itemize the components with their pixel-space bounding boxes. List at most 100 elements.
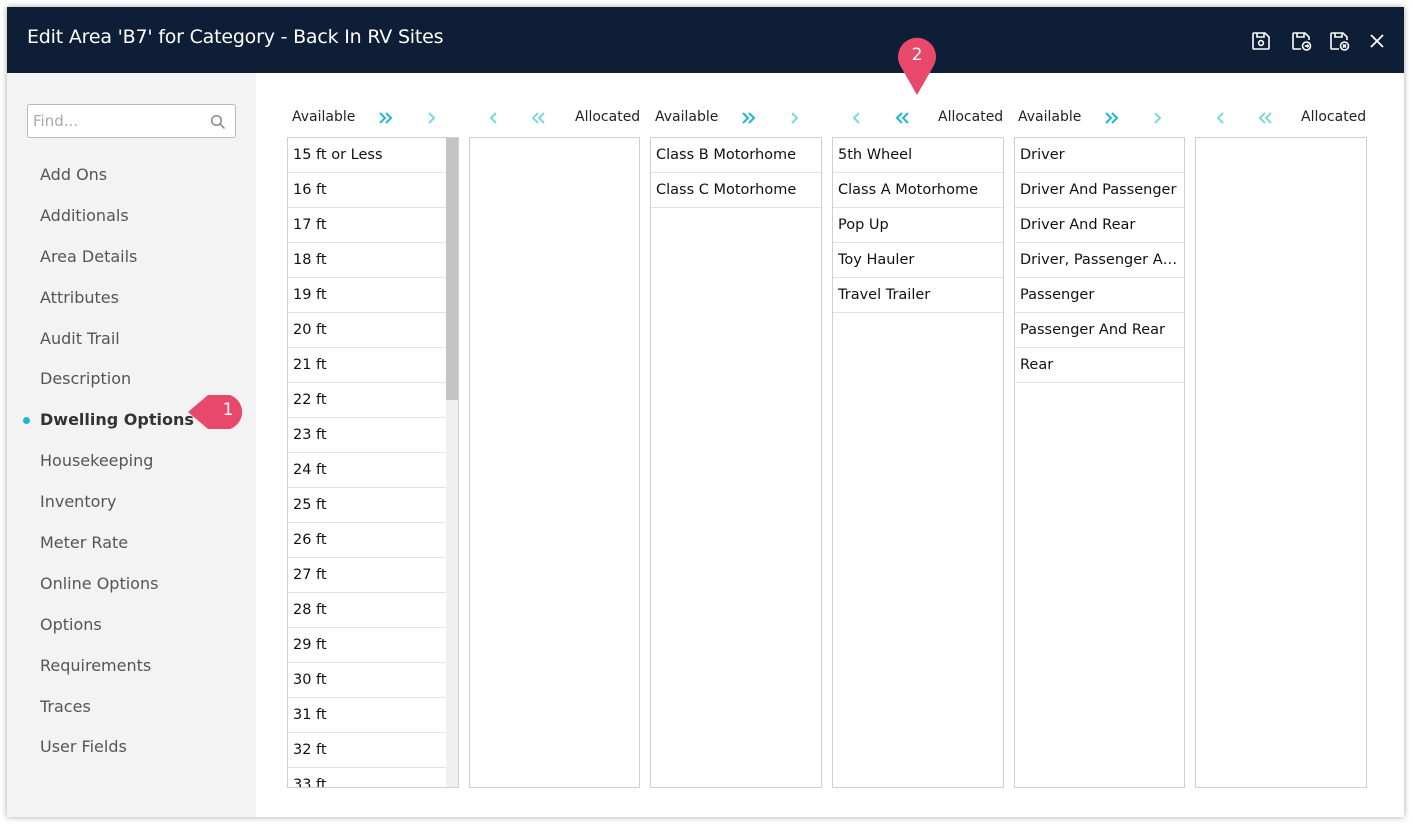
list-item[interactable]: Toy Hauler (833, 243, 1003, 278)
sidebar-item-label: Inventory (40, 492, 117, 512)
callout-2-label: 2 (911, 45, 923, 65)
sidebar-item-additionals[interactable]: Additionals (7, 196, 256, 237)
list-item[interactable]: Driver And Rear (1015, 208, 1184, 243)
list-item[interactable]: 21 ft (288, 348, 446, 383)
sidebar-item-attributes[interactable]: Attributes (7, 278, 256, 319)
list-item[interactable]: 33 ft (288, 768, 446, 787)
list-item[interactable]: 17 ft (288, 208, 446, 243)
lengths-allocated-header: Allocated (575, 109, 641, 125)
slideouts-available-header: Available (1018, 109, 1082, 125)
sidebar-item-label: Audit Trail (40, 328, 120, 348)
slideouts-available-list[interactable]: Driver Driver And Passenger Driver And Rea… (1014, 137, 1185, 788)
sidebar-item-label: User Fields (40, 737, 127, 757)
move-right-icon[interactable] (421, 107, 443, 129)
sidebar-item-meter-rate[interactable]: Meter Rate (7, 523, 256, 564)
save-and-close-icon[interactable] (1327, 29, 1351, 53)
list-item[interactable]: 20 ft (288, 313, 446, 348)
sidebar-item-add-ons[interactable]: Add Ons (7, 155, 256, 196)
save-icon[interactable] (1249, 29, 1273, 53)
move-right-icon[interactable] (1147, 107, 1169, 129)
sidebar-item-label: Traces (40, 696, 91, 716)
callout-2: 2 (896, 33, 938, 97)
sidebar-item-online-options[interactable]: Online Options (7, 564, 256, 605)
sidebar-item-options[interactable]: Options (7, 605, 256, 646)
move-all-right-icon[interactable] (1101, 107, 1123, 129)
sidebar-item-label: Options (40, 614, 102, 634)
callout-1-label: 1 (222, 400, 234, 420)
list-item[interactable]: Driver (1015, 138, 1184, 173)
list-item[interactable]: 32 ft (288, 733, 446, 768)
sidebar-nav: Add Ons Additionals Area Details Attributes… (7, 155, 256, 768)
list-item[interactable]: Passenger (1015, 278, 1184, 313)
list-item[interactable]: 19 ft (288, 278, 446, 313)
list-item[interactable]: Pop Up (833, 208, 1003, 243)
list-item[interactable]: Class A Motorhome (833, 173, 1003, 208)
slideouts-allocated-header: Allocated (1301, 109, 1367, 125)
list-item[interactable]: 27 ft (288, 558, 446, 593)
list-item[interactable]: Passenger And Rear (1015, 313, 1184, 348)
sidebar-item-label: Housekeeping (40, 451, 154, 471)
sidebar-item-label: Requirements (40, 655, 152, 675)
types-available-list[interactable]: Class B Motorhome Class C Motorhome (650, 137, 822, 788)
list-item[interactable]: 22 ft (288, 383, 446, 418)
lengths-available-list[interactable]: 15 ft or Less 16 ft 17 ft 18 ft 19 ft 20 ft 21… (287, 137, 459, 788)
save-and-new-icon[interactable] (1289, 29, 1313, 53)
list-item[interactable]: Travel Trailer (833, 278, 1003, 313)
slideouts-allocated-list[interactable] (1195, 137, 1367, 788)
sidebar-item-label: Dwelling Options (40, 410, 194, 430)
list-item[interactable]: 26 ft (288, 523, 446, 558)
search-box (27, 104, 236, 138)
move-left-icon[interactable] (845, 107, 867, 129)
lengths-available-header: Available (292, 109, 356, 125)
types-allocated-list[interactable]: 5th Wheel Class A Motorhome Pop Up Toy Haul… (832, 137, 1004, 788)
list-item[interactable]: 15 ft or Less (288, 138, 446, 173)
sidebar-item-housekeeping[interactable]: Housekeeping (7, 441, 256, 482)
sidebar-item-user-fields[interactable]: User Fields (7, 727, 256, 768)
sidebar-item-label: Additionals (40, 205, 129, 225)
list-item[interactable]: Driver And Passenger (1015, 173, 1184, 208)
types-allocated-header: Allocated (938, 109, 1004, 125)
list-item[interactable]: 5th Wheel (833, 138, 1003, 173)
list-item[interactable]: Class B Motorhome (651, 138, 821, 173)
dialog-header: Edit Area 'B7' for Category - Back In RV… (7, 7, 1404, 73)
list-item[interactable]: 16 ft (288, 173, 446, 208)
scrollbar-thumb[interactable] (446, 138, 458, 400)
list-item[interactable]: 24 ft (288, 453, 446, 488)
move-all-right-icon[interactable] (375, 107, 397, 129)
search-icon[interactable] (210, 114, 226, 130)
move-right-icon[interactable] (784, 107, 806, 129)
list-item[interactable]: Driver, Passenger And Rear (1015, 243, 1184, 278)
callout-1: 1 (186, 390, 254, 434)
scrollbar-track[interactable] (446, 138, 458, 787)
sidebar-item-label: Area Details (40, 246, 138, 266)
close-icon[interactable] (1365, 29, 1389, 53)
move-all-left-icon[interactable] (1254, 107, 1276, 129)
sidebar-item-traces[interactable]: Traces (7, 687, 256, 728)
list-item[interactable]: 25 ft (288, 488, 446, 523)
sidebar-item-label: Description (40, 369, 132, 389)
list-item[interactable]: Rear (1015, 348, 1184, 383)
sidebar-item-label: Attributes (40, 287, 119, 307)
list-item[interactable]: 29 ft (288, 628, 446, 663)
move-all-right-icon[interactable] (738, 107, 760, 129)
sidebar-item-audit-trail[interactable]: Audit Trail (7, 319, 256, 360)
move-left-icon[interactable] (1209, 107, 1231, 129)
sidebar-item-area-details[interactable]: Area Details (7, 237, 256, 278)
sidebar-item-label: Add Ons (40, 165, 108, 184)
list-item[interactable]: 31 ft (288, 698, 446, 733)
list-item[interactable]: 18 ft (288, 243, 446, 278)
move-all-left-icon[interactable] (891, 107, 913, 129)
sidebar-item-label: Online Options (40, 573, 159, 593)
list-item[interactable]: 23 ft (288, 418, 446, 453)
dialog-title: Edit Area 'B7' for Category - Back In RV… (27, 26, 444, 48)
sidebar-item-requirements[interactable]: Requirements (7, 646, 256, 687)
lengths-allocated-list[interactable] (469, 137, 640, 788)
list-item[interactable]: Class C Motorhome (651, 173, 821, 208)
search-input[interactable] (33, 110, 203, 132)
move-left-icon[interactable] (482, 107, 504, 129)
move-all-left-icon[interactable] (527, 107, 549, 129)
list-item[interactable]: 30 ft (288, 663, 446, 698)
sidebar-item-label: Meter Rate (40, 533, 129, 553)
list-item[interactable]: 28 ft (288, 593, 446, 628)
sidebar-item-inventory[interactable]: Inventory (7, 482, 256, 523)
